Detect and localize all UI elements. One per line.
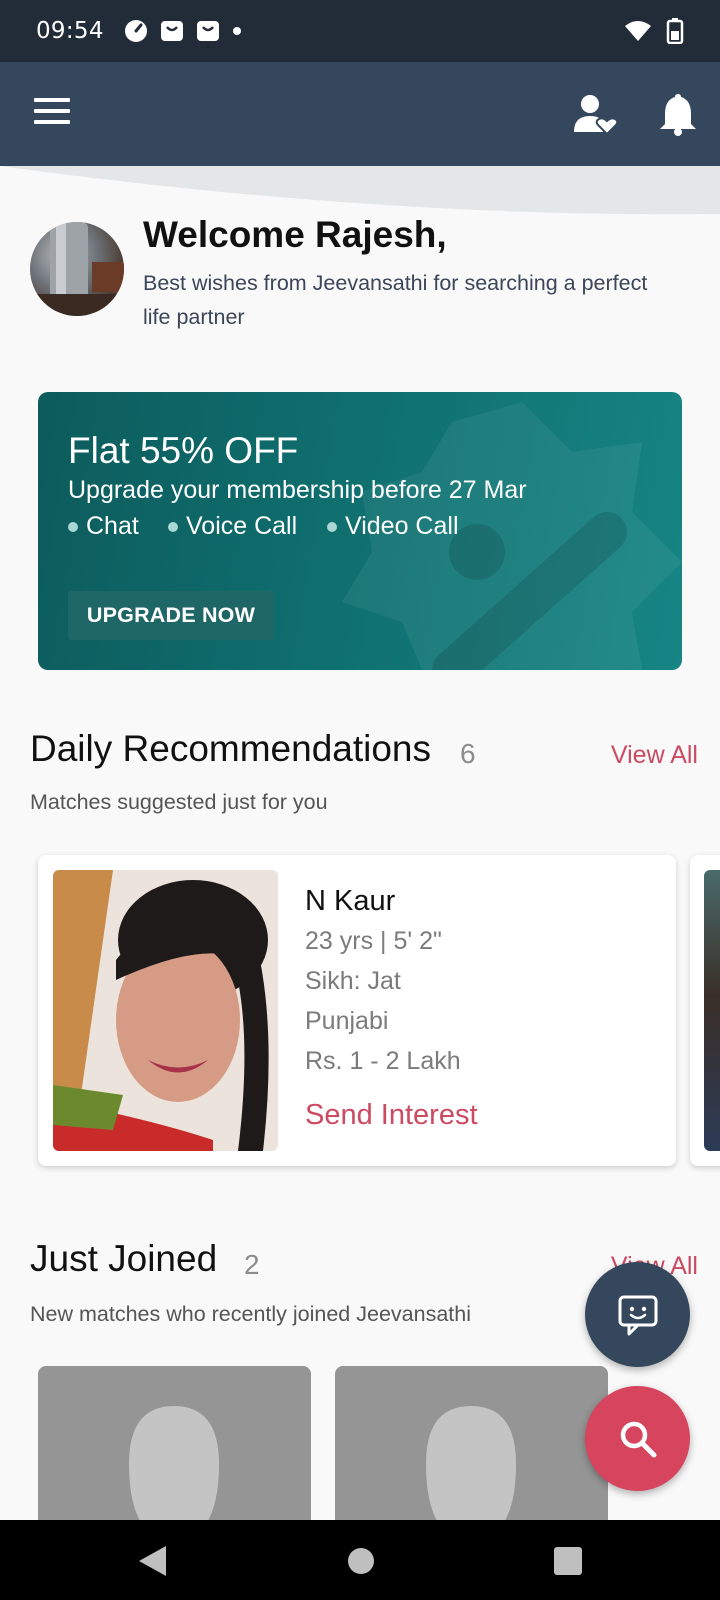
home-icon[interactable] bbox=[346, 1544, 376, 1578]
menu-icon[interactable] bbox=[34, 98, 70, 128]
daily-recommendations-subtitle: Matches suggested just for you bbox=[30, 790, 328, 814]
next-recommendation-card[interactable] bbox=[690, 855, 720, 1166]
upgrade-now-button[interactable]: UPGRADE NOW bbox=[68, 591, 274, 640]
search-icon bbox=[620, 1421, 656, 1457]
profile-age-height: 23 yrs | 5' 2" bbox=[305, 927, 442, 955]
bell-icon[interactable] bbox=[658, 92, 698, 136]
just-joined-count: 2 bbox=[244, 1249, 260, 1280]
bag-icon bbox=[196, 21, 219, 41]
header-curve bbox=[0, 166, 720, 215]
dot-icon bbox=[232, 27, 241, 35]
promo-feature-chat: Chat bbox=[68, 512, 139, 541]
daily-recommendations-title: Daily Recommendations bbox=[30, 728, 432, 769]
bag-icon bbox=[160, 21, 183, 41]
system-nav-bar bbox=[0, 1520, 720, 1600]
promo-feature-voice-call: Voice Call bbox=[168, 512, 297, 541]
send-interest-button[interactable]: Send Interest bbox=[305, 1099, 478, 1132]
system-status-icons bbox=[624, 18, 684, 44]
daily-recommendations-view-all[interactable]: View All bbox=[611, 741, 698, 770]
back-icon[interactable] bbox=[136, 1544, 168, 1578]
promo-banner[interactable]: Flat 55% OFF Upgrade your membership bef… bbox=[38, 392, 682, 670]
match-heart-icon[interactable] bbox=[574, 92, 618, 136]
profile-income: Rs. 1 - 2 Lakh bbox=[305, 1047, 461, 1075]
promo-subtitle: Upgrade your membership before 27 Mar bbox=[68, 476, 527, 504]
promo-feature-video-call: Video Call bbox=[327, 512, 459, 541]
recommendation-card[interactable]: N Kaur 23 yrs | 5' 2" Sikh: Jat Punjabi … bbox=[38, 855, 676, 1166]
battery-icon bbox=[666, 18, 684, 44]
profile-language: Punjabi bbox=[305, 1007, 389, 1035]
notification-icons bbox=[124, 19, 242, 43]
just-joined-title: Just Joined bbox=[30, 1238, 218, 1279]
welcome-title: Welcome Rajesh, bbox=[143, 214, 447, 255]
chat-bot-icon bbox=[618, 1295, 657, 1335]
chat-bot-button[interactable] bbox=[585, 1262, 690, 1367]
welcome-subtitle: Best wishes from Jeevansathi for searchi… bbox=[143, 271, 648, 329]
search-button[interactable] bbox=[585, 1386, 690, 1491]
profile-religion: Sikh: Jat bbox=[305, 967, 401, 995]
status-bar: 09:54 bbox=[0, 0, 720, 62]
wifi-icon bbox=[625, 21, 651, 41]
avatar[interactable] bbox=[30, 222, 124, 316]
just-joined-subtitle: New matches who recently joined Jeevansa… bbox=[30, 1302, 471, 1326]
promo-title: Flat 55% OFF bbox=[68, 430, 299, 471]
profile-name: N Kaur bbox=[305, 885, 396, 917]
profile-photo[interactable] bbox=[53, 870, 278, 1151]
profile-photo[interactable] bbox=[704, 870, 720, 1151]
app-bar bbox=[0, 62, 720, 166]
status-time: 09:54 bbox=[36, 18, 104, 44]
speedometer-icon bbox=[124, 20, 147, 42]
recents-icon[interactable] bbox=[552, 1544, 584, 1578]
daily-recommendations-count: 6 bbox=[460, 738, 476, 769]
